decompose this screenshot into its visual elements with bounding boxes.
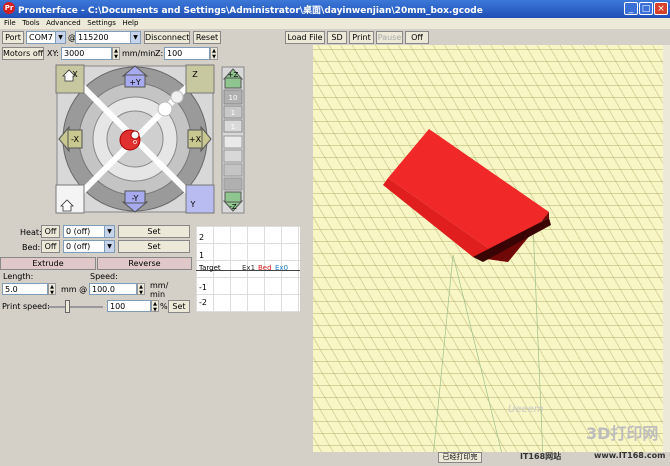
menu-help[interactable]: Help [122,18,138,29]
menu-file[interactable]: File [4,18,16,29]
length-input[interactable]: 5.0 [2,283,48,295]
home-z-label: Z [192,70,198,79]
speed-label: Speed: [90,272,118,281]
mm-at-label: mm @ [61,285,88,294]
graph-tick-neg2: -2 [199,298,207,307]
z-feedrate-input[interactable]: 100 [164,47,210,60]
port-button[interactable]: Port [2,31,24,44]
legend-target: Target [199,264,221,272]
heat-set-button[interactable]: Set [118,225,190,238]
title-bar: Pr Pronterface - C:\Documents and Settin… [0,0,670,18]
menu-advanced[interactable]: Advanced [46,18,81,29]
chevron-down-icon: ▼ [104,226,114,237]
viewport-scrollbar[interactable] [663,45,670,458]
minus-y-label: -Y [132,194,139,203]
close-button[interactable]: × [654,2,668,15]
z-feedrate-spinner[interactable]: ▲ ▼ [210,47,218,60]
chevron-down-icon: ▼ [104,241,114,252]
z-step-01-label: 1 [231,123,235,131]
bed-select[interactable]: 0 (off) ▼ [63,240,115,253]
plus-z-label: +Z [228,71,239,79]
speed-unit-top: mm/ [150,281,169,290]
center-label: o [133,138,137,146]
menu-tools[interactable]: Tools [22,18,39,29]
print-speed-label: Print speed: [2,302,50,311]
home-y-label: Y [190,200,196,209]
print-speed-slider-thumb[interactable] [65,300,71,313]
maximize-button[interactable]: □ [639,2,653,15]
speed-input[interactable]: 100.0 [89,283,137,295]
app-icon: Pr [3,2,15,14]
preview-scene [383,129,551,458]
z-step-1-label: 1 [231,109,235,117]
legend-ex0: Ex0 [275,264,289,272]
print-speed-spinner[interactable]: ▲ ▼ [151,300,159,313]
minus-x-label: -X [71,135,79,144]
length-label: Length: [3,272,34,281]
z-step-10-label: 10 [229,94,238,102]
z-jog-control: +Z -Z 10 1 1 [221,66,245,214]
graph-tick-1: 1 [199,251,205,260]
speed-unit-bottom: min [150,290,166,299]
plus-x-label: +X [189,135,202,144]
legend-ex1: Ex1 [242,264,256,272]
bed-set-button[interactable]: Set [118,240,190,253]
load-file-button[interactable]: Load File [285,31,325,44]
watermark-ueeem: Ueeem [508,404,544,415]
heat-off-button[interactable]: Off [41,225,60,238]
print-button[interactable]: Print [349,31,374,44]
print-speed-set-button[interactable]: Set [168,300,190,313]
status-task[interactable]: 已经打印完 [438,452,482,463]
disconnect-button[interactable]: Disconnect [144,31,190,44]
baud-select[interactable]: 115200 ▼ [75,31,141,44]
legend-bed: Bed [258,264,272,272]
xy-feedrate-input[interactable]: 3000 [61,47,112,60]
watermark-3dprint: 3D打印网 [586,424,659,443]
port-select[interactable]: COM7 ▼ [26,31,66,44]
chevron-down-icon: ▼ [130,32,140,43]
window-title: Pronterface - C:\Documents and Settings\… [18,6,483,16]
percent-label: % [160,302,168,311]
chevron-down-icon: ▼ [55,32,65,43]
speed-spinner[interactable]: ▲ ▼ [137,283,145,296]
sd-button[interactable]: SD [327,31,347,44]
z-label: Z: [155,49,164,58]
off-button[interactable]: Off [405,31,429,44]
status-bar [0,452,670,466]
heat-select[interactable]: 0 (off) ▼ [63,225,115,238]
reverse-button[interactable]: Reverse [97,257,192,270]
heat-label: Heat: [20,228,42,237]
xy-label: XY: [47,49,59,58]
print-speed-slider-track[interactable] [48,306,103,308]
watermark-site-left: IT168网站 [520,452,562,461]
bed-off-button[interactable]: Off [41,240,60,253]
xy-unit-label: mm/min [122,49,156,58]
extrude-button[interactable]: Extrude [0,257,96,270]
3d-preview-viewport[interactable] [313,45,663,458]
reset-button[interactable]: Reset [193,31,221,44]
minus-z-label: -Z [229,203,237,211]
xy-feedrate-spinner[interactable]: ▲ ▼ [112,47,120,60]
xy-jog-control: +Y -Y -X +X X Z Y o [55,64,215,214]
menu-settings[interactable]: Settings [87,18,116,29]
graph-tick-2: 2 [199,233,205,242]
watermark-site-right: www.IT168.com [594,451,666,460]
plus-y-label: +Y [129,78,141,87]
print-speed-input[interactable]: 100 [107,300,151,312]
menu-bar: File Tools Advanced Settings Help [0,18,670,29]
home-z-corner[interactable] [185,64,215,94]
bed-label: Bed: [22,243,41,252]
pause-button[interactable]: Pause [376,31,403,44]
motors-off-button[interactable]: Motors off [2,47,44,60]
length-spinner[interactable]: ▲ ▼ [48,283,56,296]
graph-tick-neg1: -1 [199,283,207,292]
minimize-button[interactable]: _ [624,2,638,15]
